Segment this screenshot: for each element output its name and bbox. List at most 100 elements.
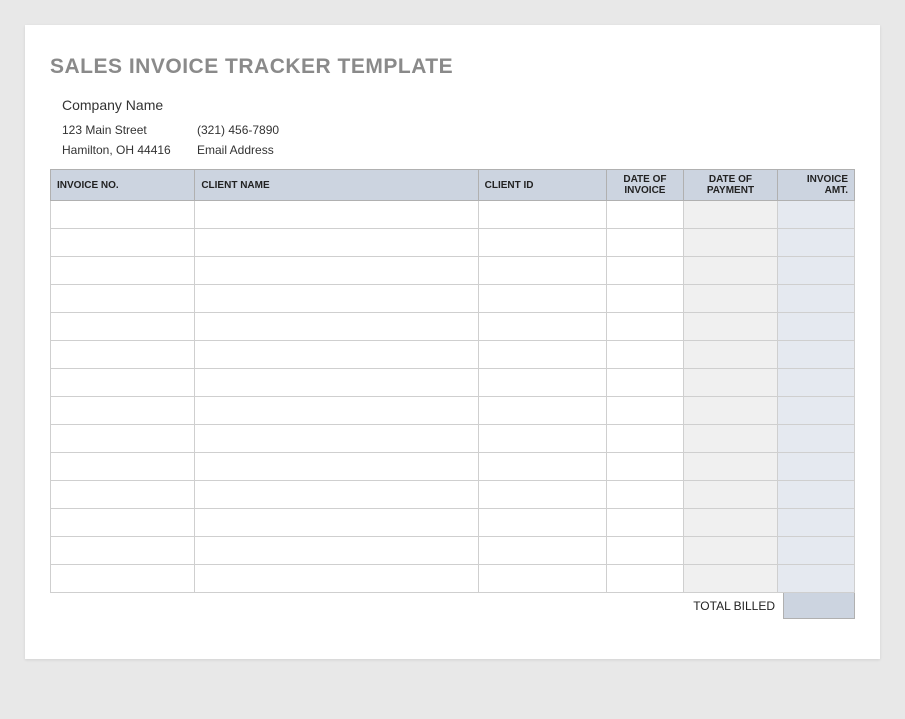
cell-date_payment <box>683 397 777 425</box>
table-header-row: INVOICE NO. CLIENT NAME CLIENT ID DATE O… <box>51 170 855 201</box>
cell-date_invoice <box>606 397 683 425</box>
document-page: SALES INVOICE TRACKER TEMPLATE Company N… <box>25 25 880 659</box>
cell-date_payment <box>683 313 777 341</box>
total-row: TOTAL BILLED <box>50 593 855 619</box>
table-row <box>51 201 855 229</box>
cell-client_name <box>195 341 478 369</box>
cell-client_name <box>195 369 478 397</box>
cell-client_id <box>478 341 606 369</box>
cell-invoice_no <box>51 285 195 313</box>
cell-date_payment <box>683 453 777 481</box>
cell-date_payment <box>683 481 777 509</box>
cell-date_payment <box>683 509 777 537</box>
cell-date_invoice <box>606 565 683 593</box>
cell-invoice_no <box>51 537 195 565</box>
header-client-id: CLIENT ID <box>478 170 606 201</box>
table-row <box>51 313 855 341</box>
cell-amount <box>777 509 854 537</box>
cell-invoice_no <box>51 425 195 453</box>
total-billed-label: TOTAL BILLED <box>693 593 783 619</box>
cell-date_invoice <box>606 257 683 285</box>
company-info-row-2: Hamilton, OH 44416 Email Address <box>62 143 855 157</box>
cell-date_payment <box>683 537 777 565</box>
cell-client_id <box>478 201 606 229</box>
table-row <box>51 537 855 565</box>
cell-client_id <box>478 537 606 565</box>
company-email: Email Address <box>197 143 855 157</box>
cell-amount <box>777 201 854 229</box>
cell-amount <box>777 397 854 425</box>
table-row <box>51 257 855 285</box>
cell-client_id <box>478 369 606 397</box>
table-row <box>51 397 855 425</box>
cell-client_id <box>478 257 606 285</box>
cell-amount <box>777 537 854 565</box>
cell-client_id <box>478 453 606 481</box>
cell-date_invoice <box>606 341 683 369</box>
cell-invoice_no <box>51 453 195 481</box>
table-row <box>51 341 855 369</box>
page-title: SALES INVOICE TRACKER TEMPLATE <box>50 55 855 79</box>
cell-date_invoice <box>606 453 683 481</box>
cell-date_invoice <box>606 509 683 537</box>
cell-date_invoice <box>606 229 683 257</box>
cell-amount <box>777 565 854 593</box>
cell-invoice_no <box>51 313 195 341</box>
cell-client_id <box>478 509 606 537</box>
table-row <box>51 453 855 481</box>
cell-amount <box>777 313 854 341</box>
cell-amount <box>777 425 854 453</box>
company-info-row-1: 123 Main Street (321) 456-7890 <box>62 123 855 137</box>
cell-invoice_no <box>51 481 195 509</box>
cell-date_payment <box>683 285 777 313</box>
cell-date_payment <box>683 229 777 257</box>
header-invoice-no: INVOICE NO. <box>51 170 195 201</box>
table-row <box>51 425 855 453</box>
table-row <box>51 481 855 509</box>
cell-date_payment <box>683 341 777 369</box>
cell-amount <box>777 285 854 313</box>
cell-amount <box>777 481 854 509</box>
invoice-table: INVOICE NO. CLIENT NAME CLIENT ID DATE O… <box>50 169 855 593</box>
cell-invoice_no <box>51 509 195 537</box>
cell-date_payment <box>683 369 777 397</box>
cell-client_name <box>195 425 478 453</box>
cell-amount <box>777 341 854 369</box>
cell-client_name <box>195 481 478 509</box>
cell-client_name <box>195 285 478 313</box>
header-date-invoice: DATE OF INVOICE <box>606 170 683 201</box>
cell-client_id <box>478 481 606 509</box>
cell-client_name <box>195 229 478 257</box>
cell-client_id <box>478 313 606 341</box>
header-client-name: CLIENT NAME <box>195 170 478 201</box>
cell-date_payment <box>683 425 777 453</box>
cell-date_invoice <box>606 285 683 313</box>
cell-date_invoice <box>606 201 683 229</box>
cell-invoice_no <box>51 257 195 285</box>
cell-date_invoice <box>606 313 683 341</box>
cell-date_payment <box>683 257 777 285</box>
company-city-state-zip: Hamilton, OH 44416 <box>62 143 197 157</box>
cell-client_id <box>478 565 606 593</box>
cell-invoice_no <box>51 565 195 593</box>
table-row <box>51 285 855 313</box>
company-street: 123 Main Street <box>62 123 197 137</box>
cell-client_name <box>195 201 478 229</box>
cell-client_name <box>195 565 478 593</box>
table-row <box>51 369 855 397</box>
cell-client_id <box>478 397 606 425</box>
cell-amount <box>777 453 854 481</box>
cell-invoice_no <box>51 341 195 369</box>
cell-amount <box>777 369 854 397</box>
table-row <box>51 565 855 593</box>
cell-client_name <box>195 509 478 537</box>
cell-client_name <box>195 537 478 565</box>
cell-invoice_no <box>51 397 195 425</box>
cell-date_invoice <box>606 537 683 565</box>
cell-invoice_no <box>51 201 195 229</box>
cell-date_invoice <box>606 369 683 397</box>
cell-date_invoice <box>606 481 683 509</box>
table-row <box>51 509 855 537</box>
cell-client_name <box>195 257 478 285</box>
cell-amount <box>777 257 854 285</box>
